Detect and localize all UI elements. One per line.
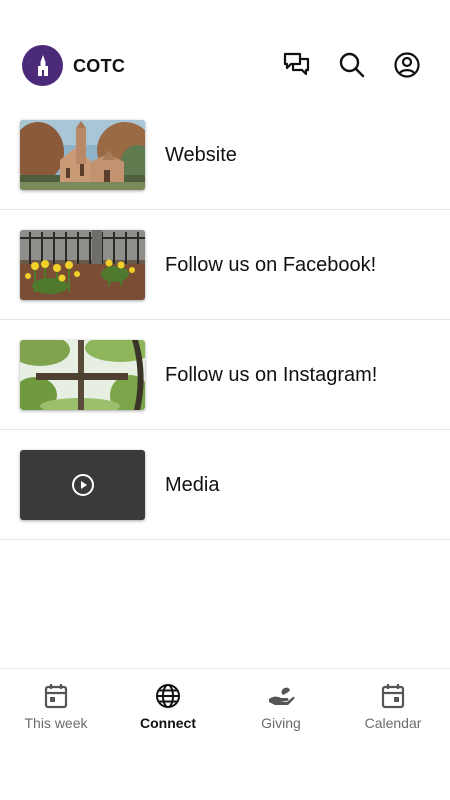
connect-list: Website Follow us on Facebook! Follow us… bbox=[0, 100, 450, 540]
list-item-facebook[interactable]: Follow us on Facebook! bbox=[0, 210, 450, 320]
globe-icon bbox=[156, 684, 180, 708]
calendar-day-icon bbox=[44, 684, 68, 709]
list-item-label: Website bbox=[165, 144, 237, 166]
play-circle-icon bbox=[71, 474, 94, 496]
nav-this-week[interactable]: This week bbox=[0, 681, 112, 741]
search-button[interactable] bbox=[337, 50, 367, 80]
church-steeple-icon bbox=[37, 54, 48, 76]
list-item-label: Follow us on Instagram! bbox=[165, 364, 378, 386]
daffodils-thumbnail bbox=[20, 230, 145, 300]
media-thumbnail bbox=[20, 450, 145, 520]
calendar-icon bbox=[381, 684, 405, 709]
messages-button[interactable] bbox=[282, 50, 312, 80]
chat-bubbles-icon bbox=[283, 52, 310, 76]
app-header: COTC bbox=[0, 0, 450, 110]
profile-button[interactable] bbox=[392, 50, 422, 80]
list-item-label: Media bbox=[165, 474, 220, 496]
account-circle-icon bbox=[394, 52, 420, 78]
nav-label: This week bbox=[24, 715, 88, 731]
nav-label: Giving bbox=[261, 715, 301, 731]
church-building-thumbnail bbox=[20, 120, 145, 190]
nav-label: Connect bbox=[140, 715, 196, 731]
list-item-website[interactable]: Website bbox=[0, 100, 450, 210]
wooden-cross-thumbnail bbox=[20, 340, 145, 410]
bottom-navigation: This week Connect Giving Calendar bbox=[0, 668, 450, 800]
nav-giving[interactable]: Giving bbox=[225, 681, 337, 741]
search-icon bbox=[339, 52, 365, 78]
nav-connect[interactable]: Connect bbox=[112, 681, 224, 741]
list-item-label: Follow us on Facebook! bbox=[165, 254, 377, 276]
giving-hand-icon bbox=[269, 687, 295, 705]
nav-label: Calendar bbox=[364, 715, 422, 731]
church-logo[interactable] bbox=[22, 45, 63, 86]
nav-calendar[interactable]: Calendar bbox=[337, 681, 449, 741]
app-title: COTC bbox=[73, 56, 126, 76]
list-item-media[interactable]: Media bbox=[0, 430, 450, 540]
list-item-instagram[interactable]: Follow us on Instagram! bbox=[0, 320, 450, 430]
